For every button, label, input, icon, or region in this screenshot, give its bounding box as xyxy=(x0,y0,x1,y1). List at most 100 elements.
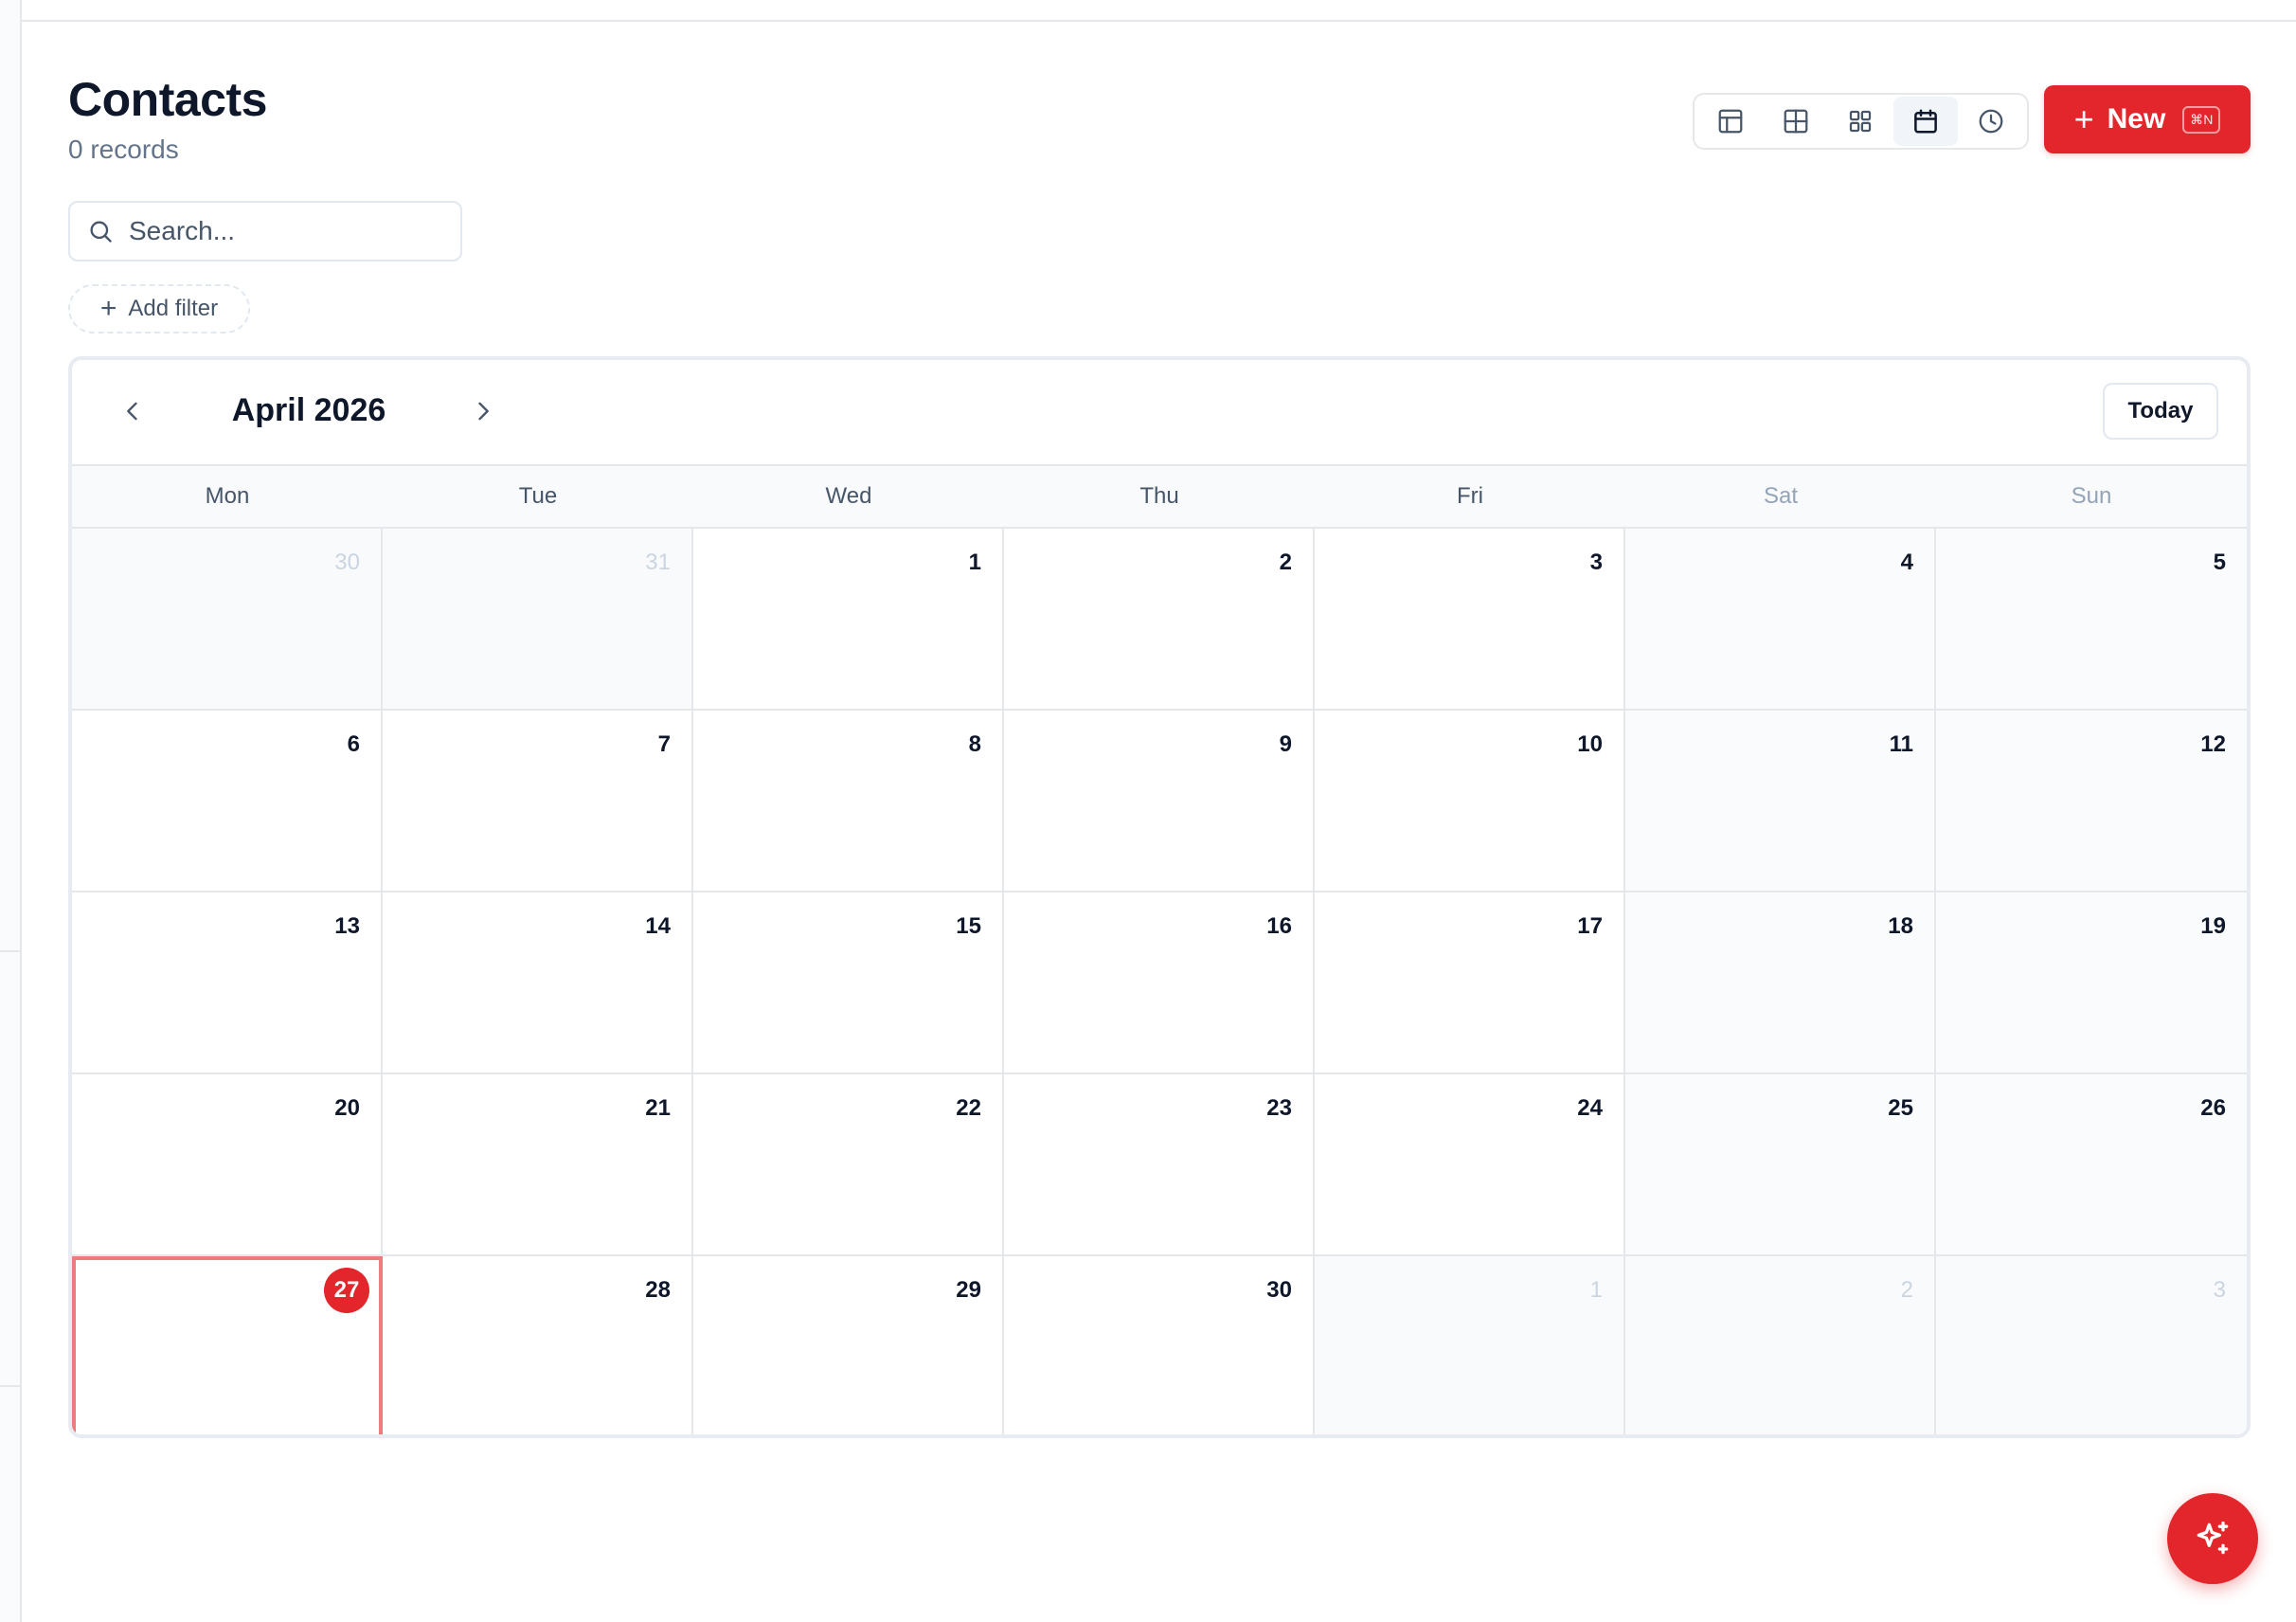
add-filter-label: Add filter xyxy=(128,296,219,321)
day-number: 24 xyxy=(1577,1095,1603,1121)
calendar-day[interactable]: 28 xyxy=(383,1256,693,1434)
calendar-day[interactable]: 3 xyxy=(1315,529,1625,711)
calendar-day[interactable]: 24 xyxy=(1315,1074,1625,1256)
weekday-label: Wed xyxy=(825,483,872,509)
day-number: 29 xyxy=(956,1277,981,1303)
day-number: 1 xyxy=(968,550,981,575)
calendar-day-today[interactable]: 27 xyxy=(72,1256,383,1434)
day-number: 12 xyxy=(2200,731,2226,757)
day-number: 26 xyxy=(2200,1095,2226,1121)
calendar-day[interactable]: 12 xyxy=(1936,711,2247,892)
calendar-day[interactable]: 3 xyxy=(1936,1256,2247,1434)
day-number: 8 xyxy=(968,731,981,757)
weekday-label: Fri xyxy=(1457,483,1483,509)
grid-view-icon xyxy=(1784,109,1808,134)
day-number: 4 xyxy=(1900,550,1913,575)
calendar-day[interactable]: 26 xyxy=(1936,1074,2247,1256)
top-divider xyxy=(22,20,2296,22)
rail-divider xyxy=(0,950,20,952)
calendar-day[interactable]: 30 xyxy=(1004,1256,1315,1434)
calendar-day[interactable]: 17 xyxy=(1315,892,1625,1074)
day-number: 17 xyxy=(1577,913,1603,939)
weekday-label: Thu xyxy=(1139,483,1179,509)
calendar-day[interactable]: 31 xyxy=(383,529,693,711)
chevron-left-icon xyxy=(127,402,137,421)
calendar-day[interactable]: 25 xyxy=(1625,1074,1936,1256)
calendar-day[interactable]: 2 xyxy=(1625,1256,1936,1434)
calendar-day[interactable]: 11 xyxy=(1625,711,1936,892)
calendar-day[interactable]: 6 xyxy=(72,711,383,892)
rail-divider xyxy=(0,1385,20,1387)
calendar-day[interactable]: 10 xyxy=(1315,711,1625,892)
view-switcher xyxy=(1693,93,2029,150)
calendar-day[interactable]: 8 xyxy=(693,711,1004,892)
day-number: 9 xyxy=(1279,731,1292,757)
day-number: 27 xyxy=(324,1268,369,1313)
calendar-day[interactable]: 14 xyxy=(383,892,693,1074)
weekday-label: Tue xyxy=(518,483,558,509)
day-number: 30 xyxy=(334,550,360,575)
ai-assistant-button[interactable] xyxy=(2167,1493,2258,1584)
gallery-view-icon xyxy=(1850,110,1872,133)
page: Contacts 0 records + New ⌘N Search... + … xyxy=(0,0,2296,1622)
calendar-day[interactable]: 18 xyxy=(1625,892,1936,1074)
calendar-day[interactable]: 9 xyxy=(1004,711,1315,892)
day-number: 5 xyxy=(2213,550,2226,575)
day-number: 16 xyxy=(1266,913,1292,939)
timeline-view-button[interactable] xyxy=(1958,97,2023,146)
search-input[interactable] xyxy=(129,216,432,246)
weekday-label: Mon xyxy=(205,483,250,509)
table-view-icon xyxy=(1718,109,1743,134)
search-icon xyxy=(90,221,112,243)
calendar-view-icon xyxy=(1914,109,1937,134)
shortcut-badge: ⌘N xyxy=(2182,105,2221,134)
previous-month-button[interactable] xyxy=(110,388,155,434)
calendar-day[interactable]: 20 xyxy=(72,1074,383,1256)
day-number: 2 xyxy=(1279,550,1292,575)
day-number: 22 xyxy=(956,1095,981,1121)
table-view-button[interactable] xyxy=(1698,97,1764,146)
day-number: 3 xyxy=(2213,1277,2226,1303)
day-number: 18 xyxy=(1888,913,1913,939)
new-record-button[interactable]: + New ⌘N xyxy=(2044,85,2251,153)
calendar-view-button[interactable] xyxy=(1892,97,1959,146)
new-button-label: New xyxy=(2107,103,2166,135)
add-filter-button[interactable]: + Add filter xyxy=(68,284,250,333)
plus-icon: + xyxy=(99,293,117,324)
calendar-day[interactable]: 4 xyxy=(1625,529,1936,711)
day-number: 28 xyxy=(645,1277,671,1303)
next-month-button[interactable] xyxy=(460,388,506,434)
calendar-day[interactable]: 15 xyxy=(693,892,1004,1074)
day-number: 31 xyxy=(645,550,671,575)
day-number: 1 xyxy=(1589,1277,1603,1303)
calendar-day[interactable]: 19 xyxy=(1936,892,2247,1074)
day-number: 10 xyxy=(1577,731,1603,757)
search-box xyxy=(68,201,462,261)
chevron-right-icon xyxy=(478,402,489,421)
day-number: 3 xyxy=(1589,550,1603,575)
day-number: 14 xyxy=(645,913,671,939)
calendar-day[interactable]: 22 xyxy=(693,1074,1004,1256)
calendar-day[interactable]: 23 xyxy=(1004,1074,1315,1256)
weekday-header: Mon Tue Wed Thu Fri Sat Sun xyxy=(72,466,2247,529)
day-number: 20 xyxy=(334,1095,360,1121)
day-number: 25 xyxy=(1888,1095,1913,1121)
calendar-day[interactable]: 13 xyxy=(72,892,383,1074)
calendar-day[interactable]: 2 xyxy=(1004,529,1315,711)
calendar-day[interactable]: 21 xyxy=(383,1074,693,1256)
calendar-day[interactable]: 16 xyxy=(1004,892,1315,1074)
calendar-day[interactable]: 1 xyxy=(1315,1256,1625,1434)
left-rail xyxy=(0,0,22,1622)
today-button[interactable]: Today xyxy=(2103,383,2218,440)
calendar-day[interactable]: 7 xyxy=(383,711,693,892)
clock-icon xyxy=(1979,109,2003,134)
day-number: 2 xyxy=(1900,1277,1913,1303)
calendar-day[interactable]: 1 xyxy=(693,529,1004,711)
day-number: 21 xyxy=(645,1095,671,1121)
calendar-header: April 2026 Today xyxy=(72,360,2247,466)
grid-view-button[interactable] xyxy=(1764,97,1829,146)
calendar-day[interactable]: 29 xyxy=(693,1256,1004,1434)
calendar-day[interactable]: 30 xyxy=(72,529,383,711)
calendar-day[interactable]: 5 xyxy=(1936,529,2247,711)
gallery-view-button[interactable] xyxy=(1828,97,1893,146)
